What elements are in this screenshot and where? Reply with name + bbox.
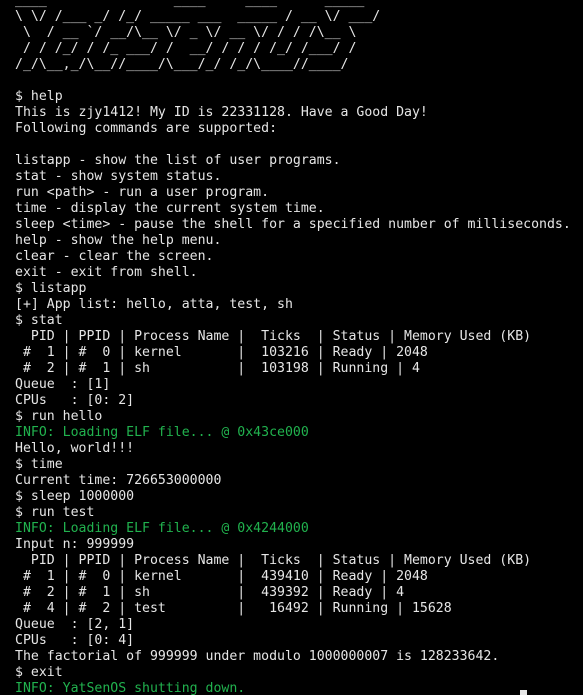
info-line: INFO: Loading ELF file... @ 0x43ce000 xyxy=(15,425,309,440)
terminal-line: / / /_/ / /_ ___/ / __/ / / / /_/ /___/ … xyxy=(15,41,365,56)
terminal-line: $ run test xyxy=(15,505,95,520)
terminal-line: Input n: 999999 xyxy=(15,537,135,552)
terminal-line: listapp - show the list of user programs… xyxy=(15,153,341,168)
terminal-line: The factorial of 999999 under modulo 100… xyxy=(15,649,500,664)
terminal-line: $ run hello xyxy=(15,409,103,424)
terminal-line: ____ ____ ____ _____ xyxy=(15,0,373,8)
terminal-line: [+] App list: hello, atta, test, sh xyxy=(15,297,293,312)
terminal-line: $ stat xyxy=(15,313,63,328)
terminal-line: $ help xyxy=(15,89,63,104)
terminal-line: clear - clear the screen. xyxy=(15,249,214,264)
terminal-line: # 4 | # 2 | test | 16492 | Running | 156… xyxy=(15,601,452,616)
terminal-line: sleep <time> - pause the shell for a spe… xyxy=(15,217,571,232)
info-line: INFO: Loading ELF file... @ 0x4244000 xyxy=(15,521,309,536)
terminal-window[interactable]: ____ ____ ____ _____ \ \/ /___ _/ /_/ __… xyxy=(0,0,583,695)
terminal-line: CPUs : [0: 4] xyxy=(15,633,135,648)
terminal-line: Hello, world!!! xyxy=(15,441,135,456)
terminal-line: This is zjy1412! My ID is 22331128. Have… xyxy=(15,105,428,120)
terminal-output: ____ ____ ____ _____ \ \/ /___ _/ /_/ __… xyxy=(15,0,571,695)
terminal-line: Queue : [1] xyxy=(15,377,111,392)
terminal-line: # 1 | # 0 | kernel | 103216 | Ready | 20… xyxy=(15,345,428,360)
terminal-line: # 1 | # 0 | kernel | 439410 | Ready | 20… xyxy=(15,569,428,584)
terminal-line: time - display the current system time. xyxy=(15,201,325,216)
text-cursor xyxy=(520,690,527,695)
terminal-line: \ \/ /___ _/ /_/ _____ ___ _____ / __ \/… xyxy=(15,9,381,24)
terminal-line: # 2 | # 1 | sh | 439392 | Ready | 4 xyxy=(15,585,405,600)
terminal-line: # 2 | # 1 | sh | 103198 | Running | 4 xyxy=(15,361,420,376)
terminal-line: help - show the help menu. xyxy=(15,233,222,248)
terminal-line: \ / __ `/ __/\__ \/ _ \/ __ \/ / / /\__ … xyxy=(15,25,365,40)
terminal-line: $ listapp xyxy=(15,281,87,296)
terminal-line: PID | PPID | Process Name | Ticks | Stat… xyxy=(15,329,532,344)
info-line: INFO: YatSenOS shutting down. xyxy=(15,681,246,695)
terminal-line: run <path> - run a user program. xyxy=(15,185,270,200)
terminal-line: PID | PPID | Process Name | Ticks | Stat… xyxy=(15,553,532,568)
terminal-line: Current time: 726653000000 xyxy=(15,473,222,488)
terminal-line: $ time xyxy=(15,457,63,472)
terminal-line: stat - show system status. xyxy=(15,169,222,184)
terminal-line: Queue : [2, 1] xyxy=(15,617,135,632)
terminal-line: $ exit xyxy=(15,665,63,680)
terminal-line: CPUs : [0: 2] xyxy=(15,393,135,408)
terminal-line: $ sleep 1000000 xyxy=(15,489,135,504)
terminal-line: Following commands are supported: xyxy=(15,121,278,136)
terminal-line: /_/\__,_/\__//____/\___/_/ /_/\____//___… xyxy=(15,57,365,72)
terminal-line: exit - exit from shell. xyxy=(15,265,198,280)
